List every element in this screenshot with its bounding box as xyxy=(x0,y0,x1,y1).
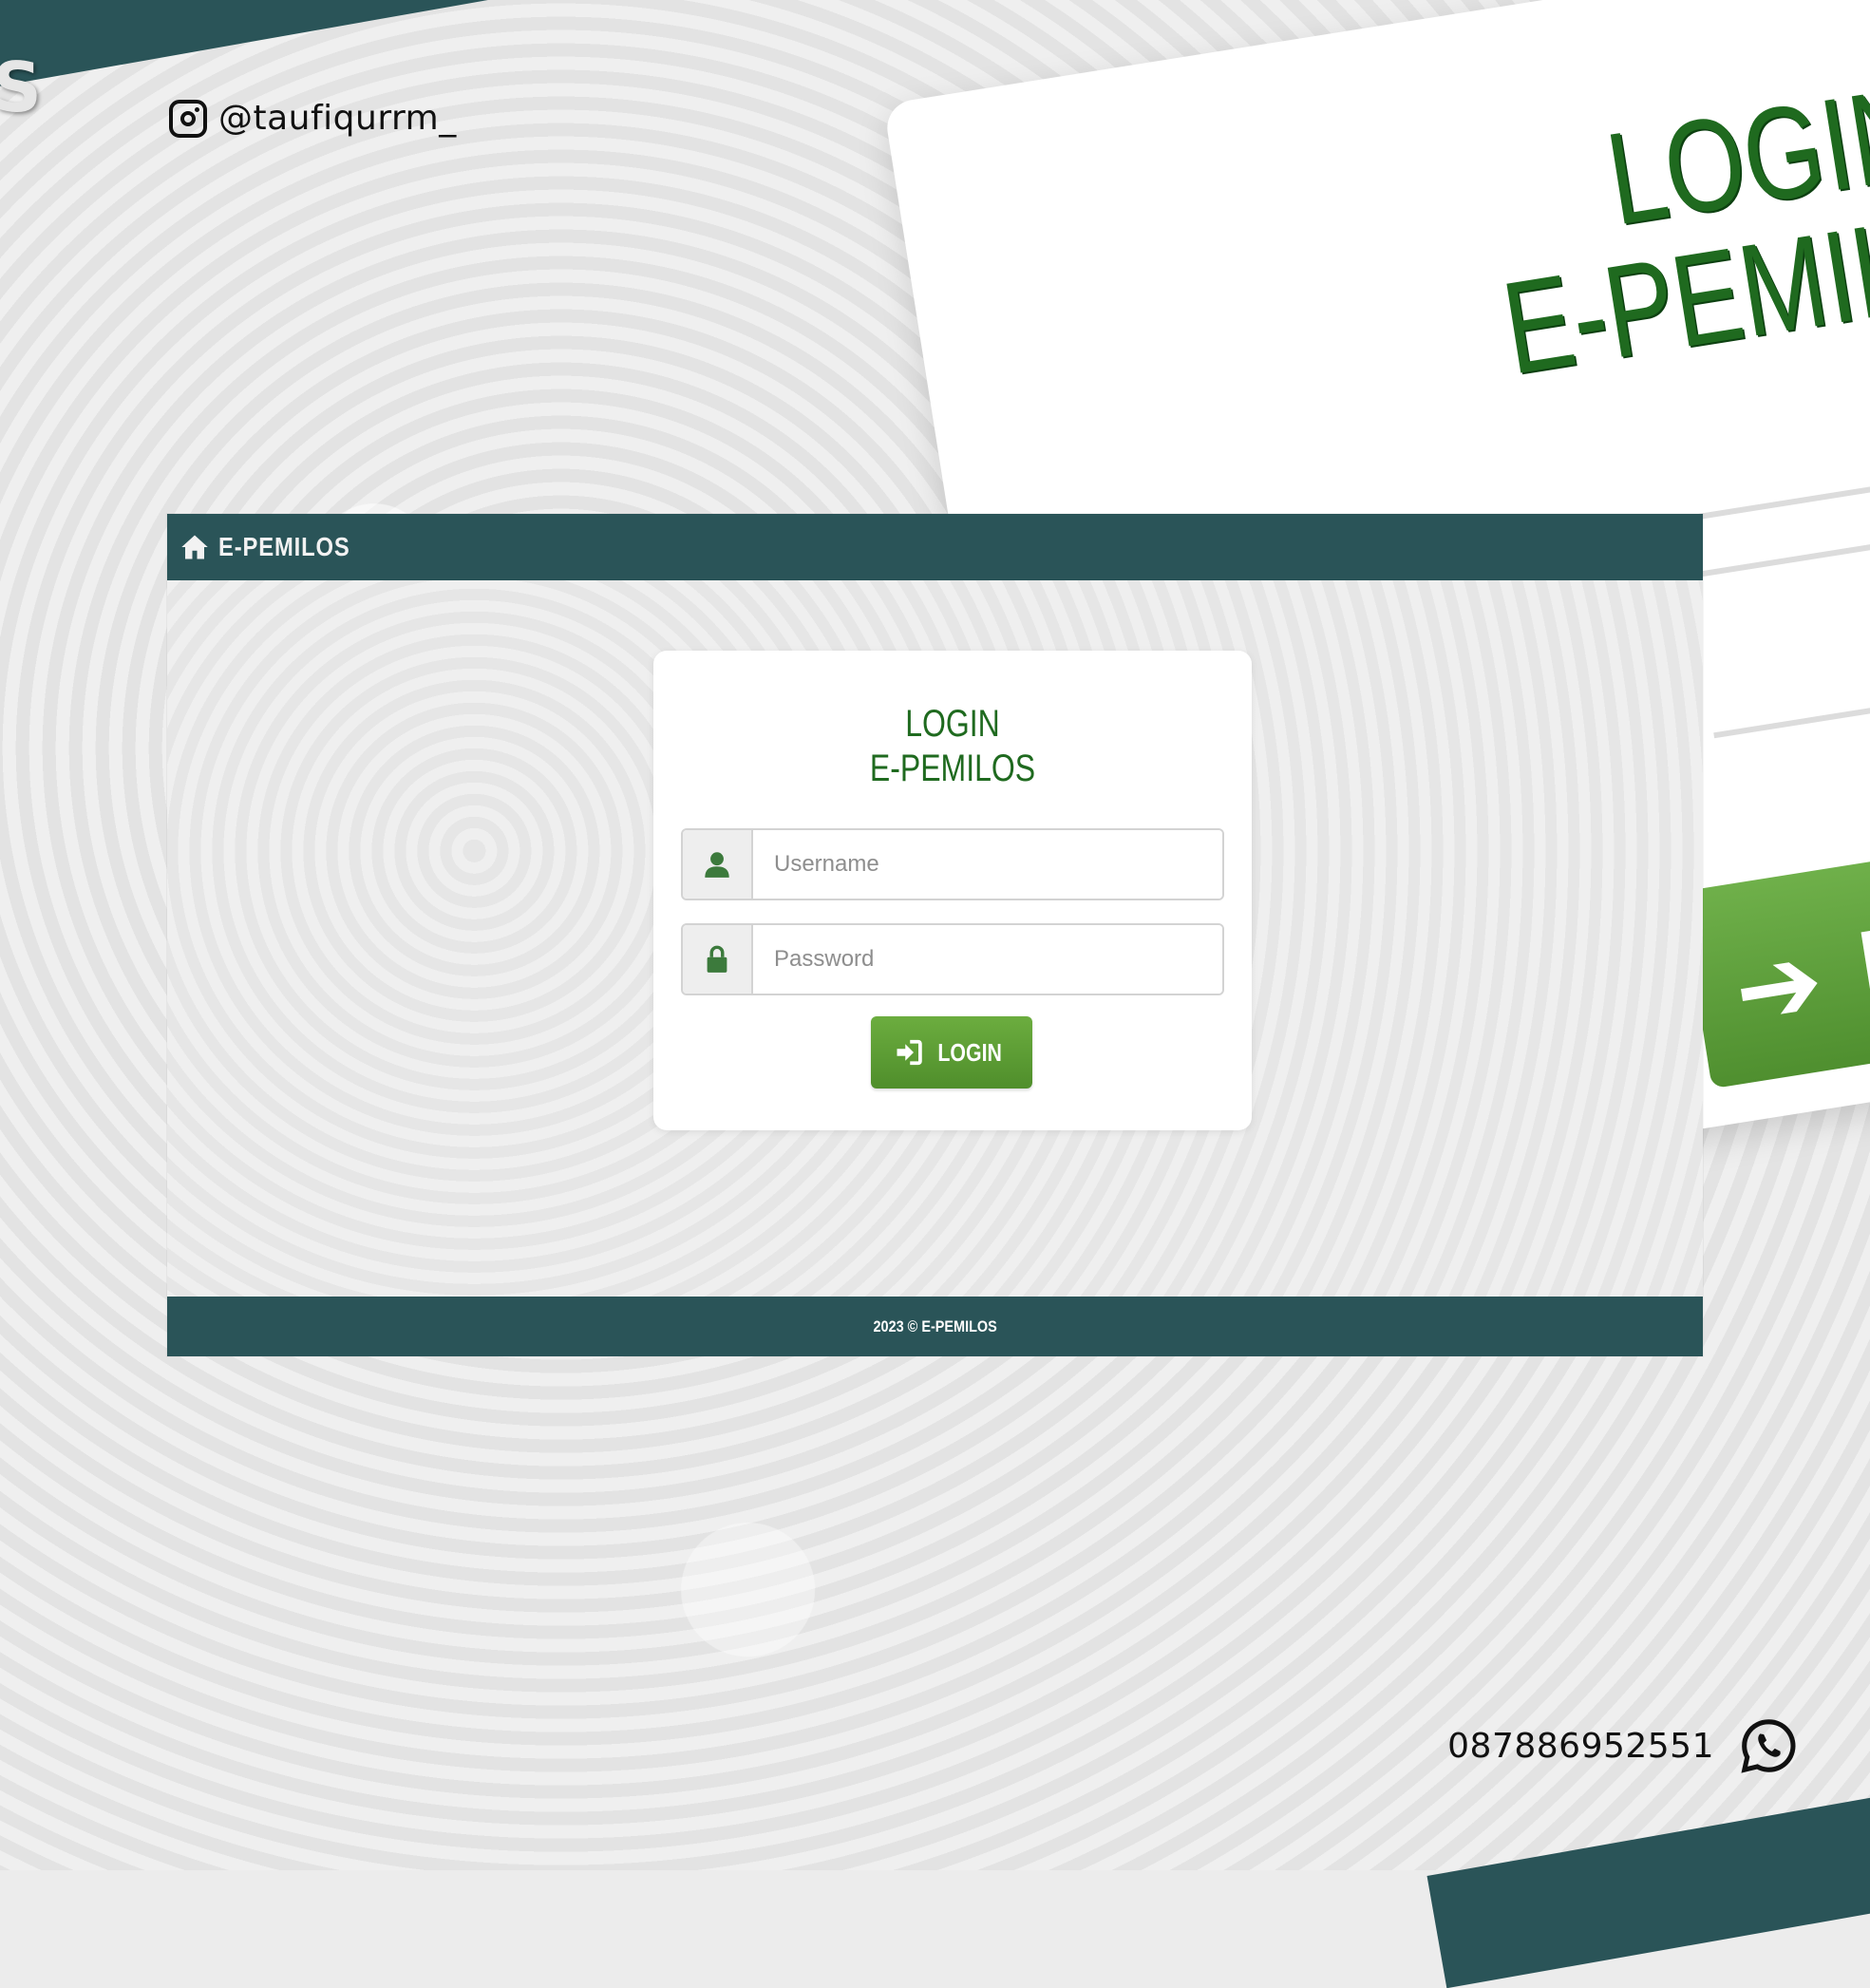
username-addon xyxy=(683,830,753,899)
sign-in-icon xyxy=(897,1039,922,1066)
password-input-group xyxy=(681,923,1224,995)
app-window: E-PEMILOS LOGIN E-PEMILOS Username LOGIN… xyxy=(167,514,1703,1356)
password-addon xyxy=(683,925,753,994)
whatsapp-contact: 087886952551 xyxy=(1447,1716,1798,1775)
login-button-label: LOGIN xyxy=(937,1037,1002,1067)
login-title-line1: LOGIN xyxy=(905,703,1000,745)
brand-text: E-PEMILOS xyxy=(218,532,350,561)
home-icon xyxy=(181,535,208,559)
username-input[interactable] xyxy=(753,830,1222,899)
footer-text: 2023 © E-PEMILOS xyxy=(873,1316,997,1335)
whatsapp-number: 087886952551 xyxy=(1447,1726,1714,1766)
navbar-brand[interactable]: E-PEMILOS xyxy=(180,532,373,562)
login-button[interactable]: LOGIN xyxy=(871,1016,1032,1089)
zoomed-input-line xyxy=(1688,468,1870,579)
login-card: LOGIN E-PEMILOS Username LOGIN xyxy=(653,651,1252,1130)
instagram-icon xyxy=(169,99,207,138)
zoomed-login-title: LOGIN E-PEMILO xyxy=(1475,59,1870,403)
footer: 2023 © E-PEMILOS xyxy=(167,1297,1703,1356)
zoomed-input-line xyxy=(1713,628,1870,739)
navbar: E-PEMILOS xyxy=(167,514,1703,580)
lock-icon xyxy=(707,945,727,973)
zoomed-button-text: L xyxy=(1848,902,1870,1033)
login-title-line2: E-PEMILOS xyxy=(869,748,1036,789)
banner-letter: S xyxy=(0,47,42,127)
password-input[interactable] xyxy=(753,925,1222,994)
instagram-handle: @taufiqurrm_ xyxy=(218,99,457,138)
user-icon xyxy=(705,852,729,878)
login-title: LOGIN E-PEMILOS xyxy=(653,702,1252,791)
username-input-group xyxy=(681,828,1224,900)
instagram-contact: @taufiqurrm_ xyxy=(169,99,457,138)
whatsapp-icon xyxy=(1741,1719,1796,1773)
zoomed-input-line xyxy=(1679,412,1870,523)
